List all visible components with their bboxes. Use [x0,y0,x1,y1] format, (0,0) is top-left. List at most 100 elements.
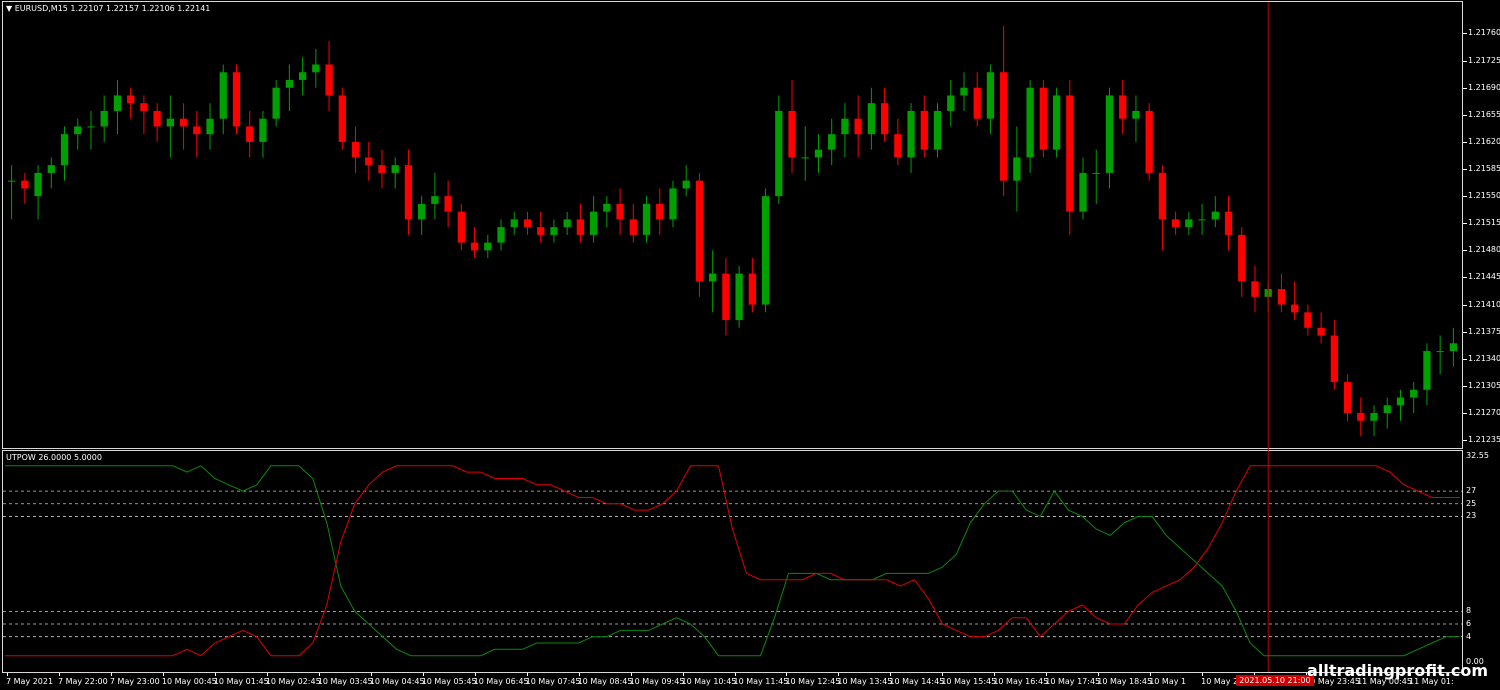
price-label: 1.21375 [1468,326,1500,336]
candle-body [1251,281,1259,297]
candle-body [563,219,571,228]
candle-body [1224,211,1233,235]
candle-body [87,126,95,128]
time-label: 10 May 16:45 [993,677,1049,686]
candle-body [219,72,227,119]
candle-body [642,203,651,235]
candle-body [1423,351,1431,390]
candle-body [1343,382,1352,414]
candle-body [841,118,849,135]
symbol-header: ▼ EURUSD,M15 1.22107 1.22157 1.22106 1.2… [6,4,210,13]
price-tick [1463,87,1467,89]
candle-body [550,227,558,235]
candle-body [259,118,267,142]
time-label: 10 May 03:45 [317,677,373,686]
candle-body [1000,72,1008,181]
candle-body [656,203,664,220]
time-label: 10 May 14:45 [889,677,945,686]
time-label: 7 May 2021 [6,677,54,686]
candle-body [74,126,82,135]
candle-body [1436,351,1444,353]
price-tick [1463,169,1467,171]
candle-body [113,95,122,111]
price-label: 1.21620 [1468,136,1500,146]
candle-body [894,134,902,158]
candle-body [1119,95,1127,119]
time-tick [1046,673,1048,676]
candle-body [907,110,915,158]
time-tick [942,673,944,676]
candle-body [761,196,770,305]
candle-body [1171,219,1180,228]
time-tick [474,673,476,676]
candle-body [179,118,188,127]
price-label: 1.21515 [1468,218,1500,228]
time-label: 10 May 01:45 [213,677,269,686]
candle-body [1277,289,1286,305]
price-tick [1463,250,1467,252]
candle-body [431,196,439,204]
candle-body [206,118,214,135]
indicator-level-label: 23 [1466,511,1477,521]
time-label: 10 May 09:45 [629,677,685,686]
price-tick [1463,304,1467,306]
candle-body [722,273,730,321]
time-label: 7 May 22:00 [57,677,108,686]
candle-body [1317,327,1325,336]
symbol-quote-text: EURUSD,M15 1.22107 1.22157 1.22106 1.221… [14,4,211,13]
time-label: 10 May 12:45 [785,677,841,686]
candle-body [1291,304,1299,313]
price-label: 1.21340 [1468,353,1500,363]
candle-body [1410,389,1418,398]
time-tick [214,673,216,676]
candle-body [378,165,386,173]
candle-body [338,95,346,142]
candle-body [867,103,876,135]
indicator-level-label: 6 [1466,619,1472,629]
candle-body [986,72,995,119]
candle-body [1185,219,1193,228]
candle-body [1066,95,1074,212]
candle-body [1158,172,1167,220]
candle-body [232,72,241,127]
candle-body [616,203,624,220]
time-tick [58,673,60,676]
time-tick [526,673,528,676]
price-tick [1463,114,1467,116]
candle-body [947,95,955,111]
candle-body [801,157,809,159]
price-tick [1463,33,1467,35]
candle-body [404,165,413,220]
price-tick [1463,277,1467,279]
time-tick [110,673,112,676]
time-label: 7 May 23:00 [109,677,160,686]
candle-body [140,103,148,111]
candle-body [272,87,280,119]
candle-body [854,118,862,135]
candle-body [1092,172,1100,174]
candle-body [709,273,717,282]
candle-body [1026,87,1034,158]
candle-body [537,227,545,235]
time-tick [266,673,268,676]
candle-body [1105,95,1114,173]
time-label: 10 May 17:45 [1045,677,1101,686]
candle-body [523,219,532,228]
chart-canvas[interactable] [0,0,1500,690]
time-tick [994,673,996,676]
candle-body [1304,312,1312,328]
candle-body [484,242,492,251]
indicator-line-red [5,465,1460,657]
candle-body [193,126,201,135]
time-label: 10 May 08:45 [577,677,633,686]
dropdown-icon[interactable]: ▼ [6,4,12,13]
price-tick [1463,358,1467,360]
candle-body [603,203,611,212]
time-tick [422,673,424,676]
candle-body [828,134,836,150]
candle-body [960,87,968,96]
candle-body [695,180,704,282]
price-label: 1.21690 [1468,82,1500,92]
candle-body [775,110,783,197]
price-tick [1463,223,1467,225]
